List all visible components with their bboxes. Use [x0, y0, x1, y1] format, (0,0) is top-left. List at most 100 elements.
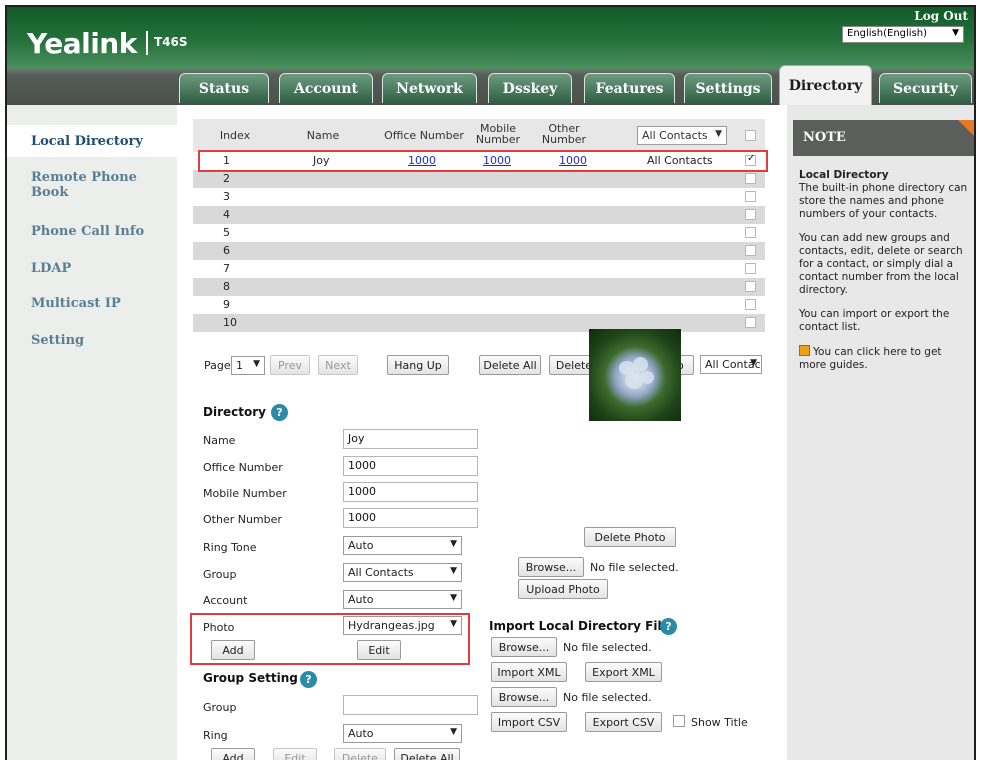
account-select[interactable]: Auto ▼	[343, 590, 462, 609]
table-row[interactable]: 2	[193, 170, 765, 188]
help-icon[interactable]: ?	[660, 618, 677, 635]
tab-features[interactable]: Features	[584, 73, 675, 103]
corner-fold-icon	[958, 120, 974, 138]
language-select[interactable]: English(English) ▼	[842, 26, 964, 43]
show-title-label: Show Title	[691, 716, 748, 729]
sidebar-item-ldap[interactable]: LDAP	[31, 261, 71, 276]
model-label: T46S	[154, 35, 188, 49]
group-setting-title: Group Setting	[203, 671, 298, 685]
row-checkbox[interactable]	[745, 227, 756, 238]
table-row[interactable]: 9	[193, 296, 765, 314]
show-title-checkbox[interactable]	[673, 715, 685, 727]
mobile-number-input[interactable]: 1000	[343, 482, 478, 502]
ring-tone-value: Auto	[348, 539, 374, 552]
group-setting-ring-label: Ring	[203, 729, 228, 742]
upload-photo-button[interactable]: Upload Photo	[518, 579, 608, 599]
row-checkbox[interactable]	[745, 245, 756, 256]
logout-link[interactable]: Log Out	[914, 9, 968, 23]
note-guides-link[interactable]: You can click here to get more guides.	[799, 346, 942, 371]
guide-book-icon[interactable]	[799, 345, 810, 356]
row-checkbox[interactable]	[745, 281, 756, 292]
row-checkbox[interactable]	[745, 263, 756, 274]
cell-index: 4	[223, 208, 230, 221]
hang-up-button[interactable]: Hang Up	[387, 355, 449, 375]
browse-import-button[interactable]: Browse...	[491, 637, 557, 657]
select-all-checkbox[interactable]	[745, 130, 756, 141]
delete-all-button[interactable]: Delete All	[479, 355, 541, 375]
group-select[interactable]: All Contacts ▼	[343, 563, 462, 582]
header-band	[7, 7, 974, 69]
prev-button[interactable]: Prev	[270, 355, 310, 375]
group-setting-group-input[interactable]	[343, 695, 478, 715]
table-row[interactable]: 7	[193, 260, 765, 278]
table-row[interactable]: 8	[193, 278, 765, 296]
header: Yealink T46S Log Out English(English) ▼ …	[7, 7, 974, 105]
sidebar-item-local-directory[interactable]: Local Directory	[7, 125, 177, 157]
browse-photo-button[interactable]: Browse...	[518, 557, 584, 577]
photo-detail	[641, 371, 654, 384]
photo-file-status: No file selected.	[590, 561, 679, 574]
table-row[interactable]: 6	[193, 242, 765, 260]
export-csv-button[interactable]: Export CSV	[585, 712, 662, 732]
tab-network[interactable]: Network	[382, 73, 477, 103]
tab-dsskey[interactable]: Dsskey	[488, 73, 572, 103]
group-value: All Contacts	[348, 566, 414, 579]
tab-status[interactable]: Status	[179, 73, 269, 103]
group-filter-select[interactable]: All Contacts ▼	[637, 126, 727, 145]
delete-photo-button[interactable]: Delete Photo	[584, 527, 676, 547]
note-paragraph-3: You can import or export the contact lis…	[799, 308, 950, 333]
tab-security[interactable]: Security	[879, 73, 972, 103]
group-setting-ring-select[interactable]: Auto ▼	[343, 724, 462, 743]
move-target-select[interactable]: All Contac ▼	[700, 355, 762, 374]
row-checkbox[interactable]	[745, 209, 756, 220]
row-checkbox[interactable]	[745, 173, 756, 184]
group-filter-value: All Contacts	[642, 129, 708, 142]
help-icon[interactable]: ?	[271, 404, 288, 421]
col-name: Name	[306, 129, 340, 142]
import-csv-button[interactable]: Import CSV	[491, 712, 567, 732]
group-setting-group-label: Group	[203, 701, 237, 714]
chevron-down-icon: ▼	[450, 727, 457, 737]
chevron-down-icon: ▼	[952, 28, 959, 38]
help-icon[interactable]: ?	[300, 671, 317, 688]
chevron-down-icon: ▼	[450, 566, 457, 576]
logo-separator	[146, 31, 148, 55]
tab-account[interactable]: Account	[279, 73, 373, 103]
delete-all-groups-button[interactable]: Delete All	[394, 748, 460, 760]
row-checkbox[interactable]	[745, 191, 756, 202]
add-group-button[interactable]: Add	[211, 748, 255, 760]
photo-detail	[633, 357, 648, 372]
page-select[interactable]: 1 ▼	[231, 356, 265, 375]
cell-index: 3	[223, 190, 230, 203]
delete-group-button[interactable]: Delete	[334, 748, 386, 760]
office-number-label: Office Number	[203, 461, 283, 474]
tab-directory[interactable]: Directory	[779, 65, 872, 105]
office-number-input[interactable]: 1000	[343, 456, 478, 476]
export-xml-button[interactable]: Export XML	[585, 662, 662, 682]
row-checkbox[interactable]	[745, 317, 756, 328]
table-row[interactable]: 5	[193, 224, 765, 242]
cell-index: 6	[223, 244, 230, 257]
other-number-input[interactable]: 1000	[343, 508, 478, 528]
group-label: Group	[203, 568, 237, 581]
sidebar-item-multicast-ip[interactable]: Multicast IP	[31, 296, 121, 311]
sidebar-item-remote-phone-book[interactable]: Remote Phone Book	[31, 170, 141, 200]
row-checkbox[interactable]	[745, 299, 756, 310]
next-button[interactable]: Next	[318, 355, 358, 375]
sidebar-item-setting[interactable]: Setting	[31, 333, 84, 348]
edit-group-button[interactable]: Edit	[273, 748, 317, 760]
chevron-down-icon: ▼	[715, 129, 722, 139]
import-section-title: Import Local Directory File	[489, 619, 670, 633]
cell-index: 2	[223, 172, 230, 185]
sidebar-item-phone-call-info[interactable]: Phone Call Info	[31, 224, 144, 239]
tab-settings[interactable]: Settings	[684, 73, 772, 103]
name-input[interactable]: Joy	[343, 429, 478, 449]
table-row[interactable]: 4	[193, 206, 765, 224]
col-index: Index	[219, 129, 251, 142]
browse-csv-button[interactable]: Browse...	[491, 687, 557, 707]
table-body: 1Joy100010001000All Contacts2345678910	[193, 152, 765, 332]
table-row[interactable]: 3	[193, 188, 765, 206]
ring-tone-select[interactable]: Auto ▼	[343, 536, 462, 555]
import-xml-button[interactable]: Import XML	[491, 662, 567, 682]
ring-tone-label: Ring Tone	[203, 541, 257, 554]
